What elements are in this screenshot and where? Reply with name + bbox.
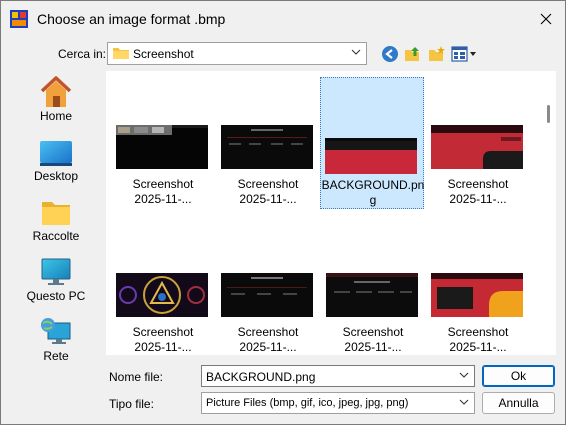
- file-thumbnail: [116, 273, 208, 317]
- view-menu-button[interactable]: [450, 43, 478, 65]
- file-name: Screenshot: [342, 325, 404, 339]
- file-thumbnail: [221, 273, 313, 317]
- file-thumbnail: [221, 125, 313, 169]
- place-label-desktop: Desktop: [33, 169, 79, 183]
- file-dialog: Choose an image format .bmp Cerca in: Sc…: [0, 0, 566, 425]
- place-label-raccolte: Raccolte: [32, 229, 80, 243]
- place-label-rete: Rete: [43, 349, 69, 363]
- computer-icon: [41, 258, 71, 285]
- file-thumbnail: [325, 138, 417, 174]
- network-icon: [41, 318, 71, 344]
- folder-icon: [113, 48, 129, 59]
- up-folder-button[interactable]: [402, 43, 424, 65]
- file-item[interactable]: Screenshot 2025-11-...: [321, 223, 425, 355]
- cancel-button[interactable]: Annulla: [482, 392, 555, 414]
- place-questo-pc[interactable]: Questo PC: [10, 251, 102, 307]
- close-icon: [540, 13, 552, 25]
- file-name: BACKGROUND.pn: [321, 178, 425, 192]
- file-name-continued: g: [369, 193, 377, 207]
- title-bar: Choose an image format .bmp: [1, 1, 565, 37]
- file-thumbnail: [326, 273, 418, 317]
- place-raccolte[interactable]: Raccolte: [10, 191, 102, 247]
- file-item[interactable]: Screenshot 2025-11-...: [216, 75, 320, 207]
- filetype-select[interactable]: Picture Files (bmp, gif, ico, jpeg, jpg,…: [201, 392, 475, 414]
- file-date: 2025-11-...: [239, 340, 297, 354]
- filetype-label: Tipo file:: [109, 397, 154, 411]
- lookin-combobox[interactable]: Screenshot: [107, 42, 367, 65]
- lookin-label: Cerca in:: [58, 47, 107, 61]
- file-name: Screenshot: [237, 325, 299, 339]
- file-list[interactable]: Screenshot 2025-11-... Screenshot 2025-1…: [106, 71, 542, 355]
- new-folder-icon: [429, 46, 445, 61]
- new-folder-button[interactable]: [426, 43, 448, 65]
- place-label-questo-pc: Questo PC: [26, 289, 86, 303]
- back-icon: [382, 46, 398, 62]
- filename-label: Nome file:: [109, 370, 164, 384]
- file-date: 2025-11-...: [344, 340, 402, 354]
- file-thumbnail: [431, 273, 523, 317]
- scrollbar-thumb[interactable]: [547, 105, 550, 123]
- vertical-scrollbar[interactable]: [542, 71, 556, 355]
- filetype-value: Picture Files (bmp, gif, ico, jpeg, jpg,…: [206, 397, 409, 409]
- place-home[interactable]: Home: [10, 71, 102, 127]
- view-menu-icon: [451, 46, 476, 62]
- places-bar: Home Desktop Raccolte Questo PC Rete: [10, 71, 102, 371]
- home-icon: [40, 76, 72, 107]
- file-date: 2025-11-...: [134, 192, 192, 206]
- file-name: Screenshot: [132, 325, 194, 339]
- file-name: Screenshot: [237, 177, 299, 191]
- file-item[interactable]: Screenshot 2025-11-...: [111, 223, 215, 355]
- file-thumbnail: [431, 125, 523, 169]
- filename-input[interactable]: BACKGROUND.png: [206, 370, 315, 384]
- up-folder-icon: [405, 47, 419, 61]
- file-item[interactable]: Screenshot 2025-11-...: [216, 223, 320, 355]
- place-rete[interactable]: Rete: [10, 311, 102, 367]
- window-title: Choose an image format .bmp: [37, 11, 226, 27]
- file-date: 2025-11-...: [449, 192, 507, 206]
- file-date: 2025-11-...: [239, 192, 297, 206]
- filename-combobox[interactable]: BACKGROUND.png: [201, 365, 475, 387]
- file-name: Screenshot: [447, 325, 509, 339]
- file-item-selected[interactable]: BACKGROUND.pn g: [320, 77, 424, 209]
- close-button[interactable]: [529, 4, 563, 34]
- back-button[interactable]: [379, 43, 401, 65]
- file-item[interactable]: Screenshot 2025-11-...: [426, 223, 530, 355]
- file-item[interactable]: Screenshot 2025-11-...: [111, 75, 215, 207]
- place-desktop[interactable]: Desktop: [10, 131, 102, 187]
- file-item[interactable]: Screenshot 2025-11-...: [426, 75, 530, 207]
- paint-app-icon: [10, 10, 28, 28]
- chevron-down-icon: [351, 49, 361, 55]
- lookin-value: Screenshot: [133, 47, 194, 61]
- chevron-down-icon[interactable]: [459, 399, 469, 405]
- desktop-icon: [40, 141, 72, 166]
- file-date: 2025-11-...: [134, 340, 192, 354]
- file-name: Screenshot: [132, 177, 194, 191]
- file-thumbnail: [116, 125, 208, 169]
- file-name: Screenshot: [447, 177, 509, 191]
- folder-icon: [42, 202, 70, 225]
- ok-button[interactable]: Ok: [482, 365, 555, 387]
- chevron-down-icon[interactable]: [459, 372, 469, 378]
- place-label-home: Home: [39, 109, 72, 123]
- file-date: 2025-11-...: [449, 340, 507, 354]
